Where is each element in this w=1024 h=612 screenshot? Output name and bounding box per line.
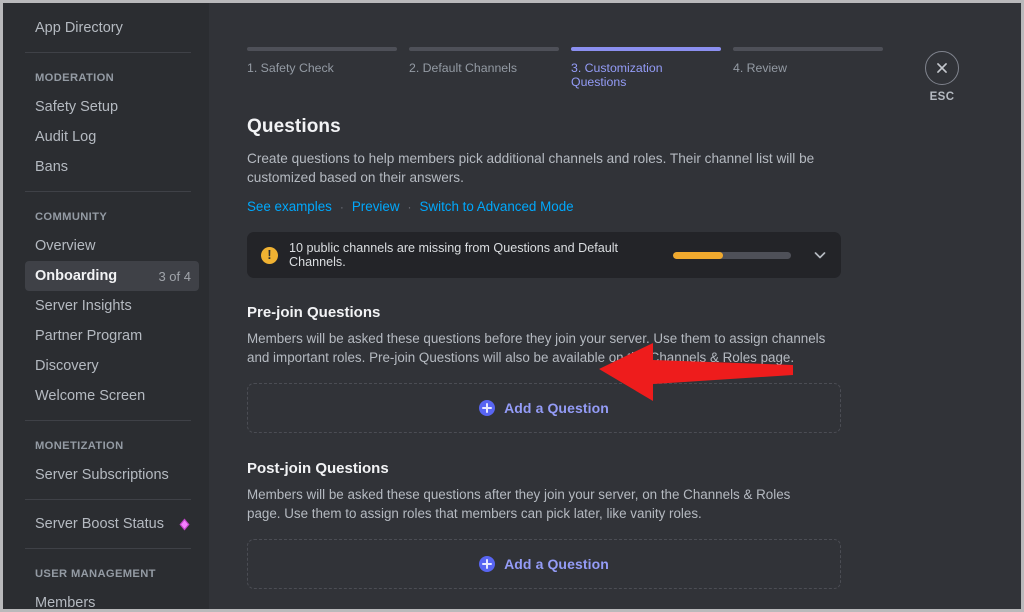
sidebar-divider — [25, 499, 191, 500]
sidebar-item-label: Server Insights — [35, 298, 132, 314]
step-progress-bar — [571, 47, 721, 51]
sidebar-item-label: Server Subscriptions — [35, 467, 169, 483]
sidebar-item-welcome-screen[interactable]: Welcome Screen — [25, 381, 199, 411]
sidebar-item-server-subscriptions[interactable]: Server Subscriptions — [25, 460, 199, 490]
plus-circle-icon — [479, 556, 496, 572]
prejoin-title: Pre-join Questions — [247, 304, 381, 321]
page-title: Questions — [247, 116, 341, 137]
boost-gem-icon — [178, 518, 191, 531]
sidebar-divider — [25, 548, 191, 549]
sidebar-item-label: App Directory — [35, 20, 123, 36]
prejoin-description: Members will be asked these questions be… — [247, 331, 826, 365]
prejoin-questions-section: Pre-join Questions Members will be asked… — [247, 304, 847, 433]
sidebar-item-members[interactable]: Members — [25, 588, 199, 609]
postjoin-add-question-button[interactable]: Add a Question — [247, 539, 841, 589]
sidebar-section-header: MODERATION — [35, 72, 115, 84]
postjoin-questions-section: Post-join Questions Members will be aske… — [247, 460, 847, 589]
prejoin-add-question-label: Add a Question — [504, 400, 609, 416]
sidebar-item-server-insights[interactable]: Server Insights — [25, 291, 199, 321]
channels-progress-fill — [673, 251, 723, 259]
onboarding-step-tabs: 1. Safety Check 2. Default Channels 3. Cus… — [247, 47, 883, 89]
channels-progress-bar — [673, 251, 791, 259]
sidebar-item-safety-setup[interactable]: Safety Setup — [25, 92, 199, 122]
sidebar-item-label: Discovery — [35, 358, 99, 374]
page-links-row: See examples · Preview · Switch to Advan… — [247, 199, 847, 214]
sidebar-nav-list: App Directory MODERATION Safety Setup Audit… — [3, 13, 209, 609]
sidebar-divider — [25, 52, 191, 53]
step-progress-bar — [733, 47, 883, 51]
link-separator-2: · — [407, 199, 412, 214]
step-label: 4. Review — [733, 61, 787, 75]
sidebar-item-bans[interactable]: Bans — [25, 152, 199, 182]
sidebar-item-partner-program[interactable]: Partner Program — [25, 321, 199, 351]
settings-window: App Directory MODERATION Safety Setup Audit… — [3, 3, 1021, 609]
sidebar-item-label: Partner Program — [35, 328, 143, 344]
step-progress-bar — [247, 47, 397, 51]
sidebar-item-server-boost-status[interactable]: Server Boost Status — [25, 509, 199, 539]
sidebar-item-label: Overview — [35, 238, 96, 254]
step-label: 2. Default Channels — [409, 61, 518, 75]
main-content: 1. Safety Check 2. Default Channels 3. Cus… — [209, 3, 1021, 609]
sidebar-section-header: MONETIZATION — [35, 440, 124, 452]
warning-icon: ! — [261, 246, 278, 264]
close-x-icon — [925, 51, 959, 85]
missing-channels-alert[interactable]: ! 10 public channels are missing from Qu… — [247, 232, 841, 278]
sidebar-item-label: Server Boost Status — [35, 516, 164, 532]
sidebar-item-label: Safety Setup — [35, 99, 119, 115]
plus-circle-icon — [479, 400, 496, 416]
step-progress-bar — [409, 47, 559, 51]
close-settings-button[interactable]: ESC — [914, 51, 970, 103]
postjoin-description: Members will be asked these questions af… — [247, 487, 791, 521]
page-description: Create questions to help members pick ad… — [247, 151, 815, 185]
step-tab-3[interactable]: 3. Customization Questions — [571, 47, 733, 89]
step-label: 1. Safety Check — [247, 61, 334, 75]
preview-link[interactable]: Preview — [352, 199, 400, 214]
sidebar-item-label: Bans — [35, 159, 69, 175]
sidebar-divider — [25, 420, 191, 421]
sidebar-item-audit-log[interactable]: Audit Log — [25, 122, 199, 152]
postjoin-title: Post-join Questions — [247, 460, 389, 477]
sidebar-section-header: COMMUNITY — [35, 211, 108, 223]
alert-message: 10 public channels are missing from Ques… — [289, 241, 619, 269]
step-label: 3. Customization Questions — [571, 61, 663, 89]
settings-sidebar: App Directory MODERATION Safety Setup Audit… — [3, 3, 209, 609]
switch-advanced-mode-link[interactable]: Switch to Advanced Mode — [420, 199, 574, 214]
step-tab-4[interactable]: 4. Review — [733, 47, 883, 89]
sidebar-item-label: Onboarding — [35, 268, 118, 284]
sidebar-item-app-directory[interactable]: App Directory — [25, 13, 199, 43]
sidebar-divider — [25, 191, 191, 192]
sidebar-item-label: Welcome Screen — [35, 388, 146, 404]
sidebar-item-label: Members — [35, 595, 96, 609]
esc-label: ESC — [929, 91, 955, 103]
see-examples-link[interactable]: See examples — [247, 199, 332, 214]
prejoin-add-question-button[interactable]: Add a Question — [247, 383, 841, 433]
sidebar-item-badge: 3 of 4 — [158, 268, 191, 284]
sidebar-item-label: Audit Log — [35, 129, 97, 145]
step-tab-2[interactable]: 2. Default Channels — [409, 47, 571, 89]
sidebar-section-header: USER MANAGEMENT — [35, 568, 156, 580]
link-separator-1: · — [339, 199, 344, 214]
sidebar-item-overview[interactable]: Overview — [25, 231, 199, 261]
postjoin-add-question-label: Add a Question — [504, 556, 609, 572]
step-tab-1[interactable]: 1. Safety Check — [247, 47, 409, 89]
sidebar-item-discovery[interactable]: Discovery — [25, 351, 199, 381]
sidebar-item-onboarding[interactable]: Onboarding 3 of 4 — [25, 261, 199, 291]
chevron-down-icon[interactable] — [813, 248, 827, 262]
